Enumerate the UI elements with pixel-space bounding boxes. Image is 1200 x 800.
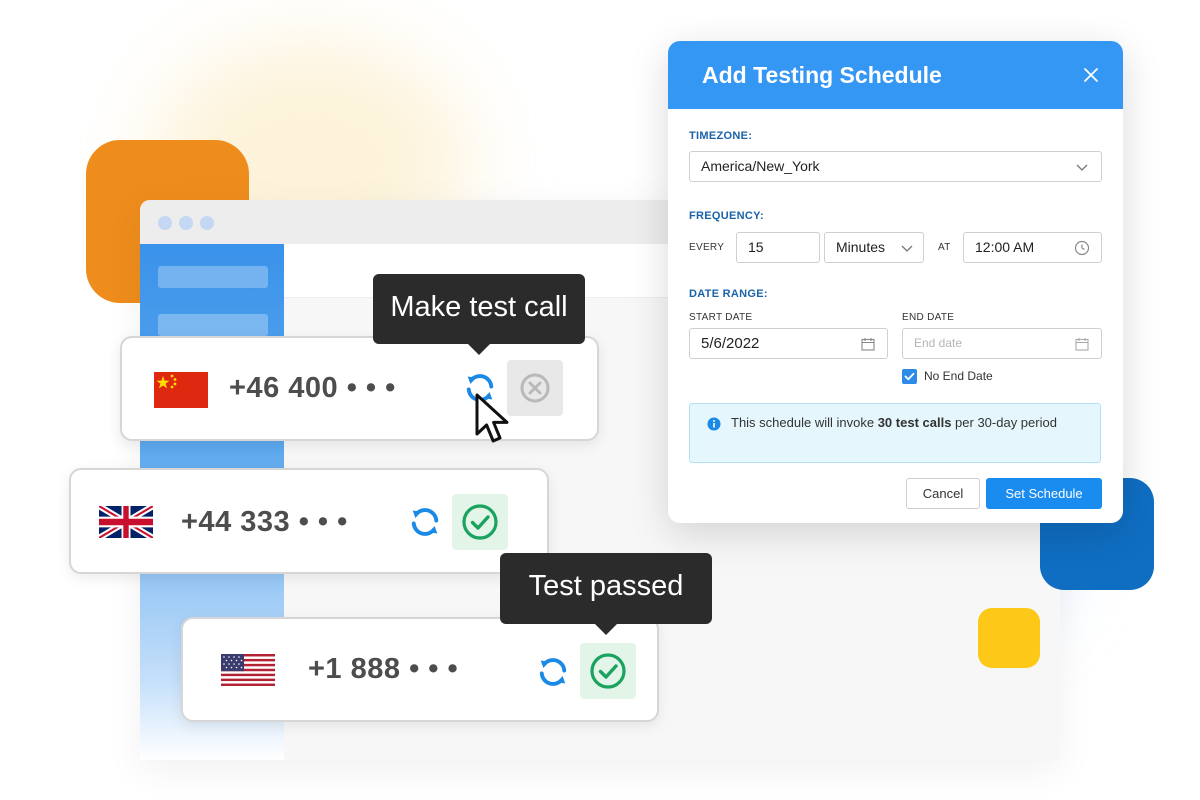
calendar-icon [861, 338, 875, 351]
end-date-input[interactable]: End date [902, 328, 1102, 359]
no-end-date-label: No End Date [924, 369, 993, 383]
cancel-button[interactable]: Cancel [906, 478, 980, 509]
schedule-info-banner: This schedule will invoke 30 test calls … [689, 403, 1101, 463]
end-date-placeholder: End date [914, 336, 963, 350]
chevron-down-icon [901, 245, 913, 252]
timezone-select[interactable]: America/New_York [689, 151, 1102, 182]
x-circle-icon [520, 373, 550, 403]
check-circle-icon [590, 653, 626, 689]
no-end-date-checkbox[interactable] [902, 369, 917, 384]
chevron-down-icon [1076, 164, 1088, 171]
frequency-label: FREQUENCY: [689, 210, 764, 222]
phone-card-china: +46 400 • • • [120, 336, 599, 441]
phone-number: +1 888 • • • [308, 653, 459, 685]
window-dot [179, 216, 193, 230]
status-passed-badge [452, 494, 508, 550]
window-dot [200, 216, 214, 230]
time-picker[interactable]: 12:00 AM [963, 232, 1102, 263]
frequency-unit-value: Minutes [836, 239, 886, 255]
time-value: 12:00 AM [975, 239, 1035, 255]
info-text-count: 30 test calls [877, 415, 952, 430]
add-testing-schedule-dialog: Add Testing Schedule TIMEZONE: America/N… [668, 41, 1123, 523]
phone-number: +46 400 • • • [229, 372, 396, 404]
calendar-icon [1075, 338, 1089, 351]
refresh-icon[interactable] [535, 654, 571, 690]
phone-card-us: +1 888 • • • [181, 617, 659, 722]
check-circle-icon [462, 504, 498, 540]
mouse-cursor-icon [475, 393, 509, 443]
tooltip-test-passed: Test passed [500, 553, 712, 635]
decorative-yellow-square [978, 608, 1040, 668]
window-dot [158, 216, 172, 230]
timezone-value: America/New_York [701, 158, 820, 174]
timezone-label: TIMEZONE: [689, 130, 753, 142]
clock-icon [1074, 240, 1090, 256]
every-label: EVERY [689, 242, 725, 253]
set-schedule-button[interactable]: Set Schedule [986, 478, 1102, 509]
end-date-label: END DATE [902, 312, 955, 323]
status-passed-badge [580, 643, 636, 699]
start-date-value: 5/6/2022 [701, 335, 760, 352]
checkmark-icon [904, 372, 915, 381]
frequency-interval-input[interactable]: 15 [736, 232, 820, 263]
uk-flag-icon [99, 506, 153, 538]
dialog-title: Add Testing Schedule [702, 62, 942, 88]
info-text-suffix: per 30-day period [955, 415, 1057, 430]
us-flag-icon [221, 654, 275, 686]
refresh-icon[interactable] [407, 504, 443, 540]
phone-card-uk: +44 333 • • • [69, 468, 549, 574]
start-date-input[interactable]: 5/6/2022 [689, 328, 888, 359]
info-text-prefix: This schedule will invoke [731, 415, 875, 430]
status-not-tested-badge [507, 360, 563, 416]
dialog-header: Add Testing Schedule [668, 41, 1123, 109]
sidebar-placeholder-bar [158, 266, 268, 288]
schedule-info-text: This schedule will invoke 30 test calls … [731, 415, 1057, 430]
close-icon[interactable] [1081, 65, 1101, 85]
date-range-label: DATE RANGE: [689, 288, 768, 300]
sidebar-placeholder-bar [158, 314, 268, 336]
frequency-unit-select[interactable]: Minutes [824, 232, 924, 263]
tooltip-make-test-call: Make test call [373, 274, 585, 355]
start-date-label: START DATE [689, 312, 753, 323]
china-flag-icon [154, 372, 208, 408]
info-icon [707, 417, 721, 431]
phone-number: +44 333 • • • [181, 506, 348, 538]
at-label: AT [938, 242, 951, 253]
